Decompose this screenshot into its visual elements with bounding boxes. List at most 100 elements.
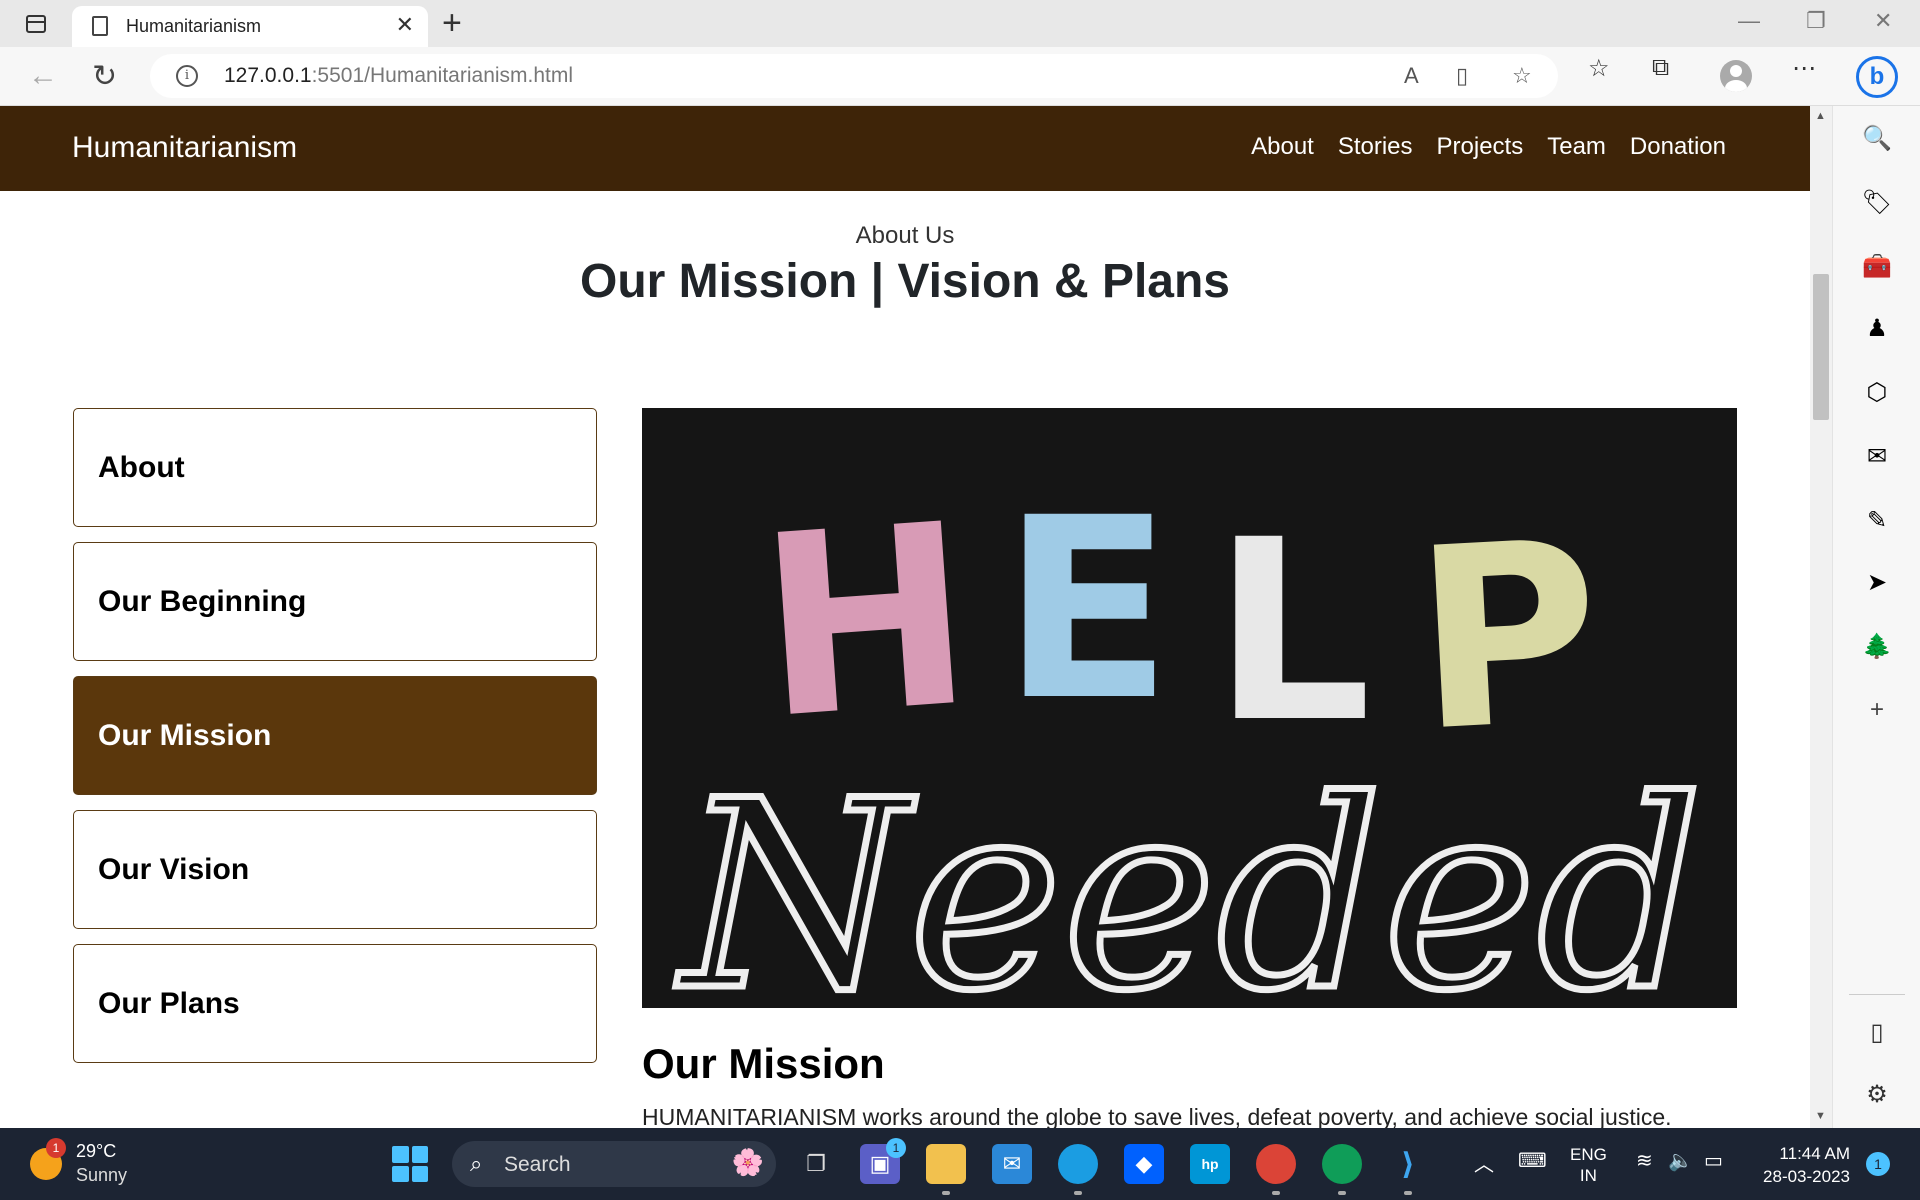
profile-avatar[interactable] (1720, 60, 1752, 92)
sidebar-send-icon[interactable]: ➤ (1861, 566, 1893, 598)
url-text: 127.0.0.1:5501/Humanitarianism.html (224, 64, 573, 88)
start-button[interactable] (392, 1146, 428, 1182)
search-label: Search (504, 1153, 571, 1176)
side-menu-our-plans[interactable]: Our Plans (73, 944, 597, 1063)
close-tab-icon[interactable]: ✕ (396, 12, 414, 38)
site-nav-links: About Stories Projects Team Donation (1251, 133, 1726, 161)
sidebar-outlook-icon[interactable]: ✉ (1861, 440, 1893, 472)
more-options-icon[interactable]: ⋯ (1792, 54, 1816, 83)
immersive-reader-icon[interactable]: ▯ (1456, 63, 1468, 89)
clock-time: 11:44 AM (1779, 1144, 1850, 1163)
site-navbar: Humanitarianism About Stories Projects T… (0, 106, 1810, 191)
teams-badge: 1 (886, 1138, 906, 1158)
mission-paragraph: HUMANITARIANISM works around the globe t… (642, 1104, 1672, 1128)
chalk-letter-e: E (1002, 464, 1173, 755)
section-eyebrow: About Us (855, 222, 955, 249)
sidebar-divider (1849, 994, 1905, 995)
nav-link-about[interactable]: About (1251, 133, 1314, 161)
scroll-up-arrow-icon[interactable]: ▲ (1815, 110, 1826, 122)
side-menu-about[interactable]: About (73, 408, 597, 527)
sidebar-add-icon[interactable]: + (1861, 694, 1893, 726)
scrollbar-thumb[interactable] (1813, 274, 1829, 420)
bing-chat-icon[interactable]: b (1856, 56, 1898, 98)
nav-link-stories[interactable]: Stories (1338, 133, 1413, 161)
section-heading: Our Mission | Vision & Plans (579, 255, 1230, 308)
url-host: 127.0.0.1 (224, 64, 312, 87)
language-indicator[interactable]: ENG IN (1570, 1144, 1607, 1186)
weather-temp[interactable]: 29°C (76, 1141, 116, 1162)
browser-toolbar: ← ↻ i 127.0.0.1:5501/Humanitarianism.htm… (0, 47, 1920, 106)
tab-title: Humanitarianism (126, 16, 262, 36)
weather-badge: 1 (46, 1138, 66, 1158)
search-icon: ⌕ (470, 1151, 483, 1176)
windows-taskbar: 1 29°C Sunny ⌕ Search 🌸 ❐ ▣ 1 ✉ ◆ hp ⟩ ︿… (0, 1128, 1920, 1200)
tab-actions-icon (26, 15, 46, 33)
file-explorer-icon[interactable] (926, 1144, 966, 1184)
task-view-icon[interactable]: ❐ (796, 1144, 836, 1184)
side-menu: About Our Beginning Our Mission Our Visi… (73, 408, 597, 1078)
nav-link-team[interactable]: Team (1547, 133, 1606, 161)
chrome-profile-k-icon[interactable] (1256, 1144, 1296, 1184)
url-path: :5501/Humanitarianism.html (311, 64, 574, 87)
sidebar-shopping-icon[interactable]: 🏷 (1861, 186, 1893, 218)
site-info-icon[interactable]: i (176, 65, 198, 87)
address-bar[interactable]: i 127.0.0.1:5501/Humanitarianism.html A … (150, 54, 1558, 98)
edge-sidebar: 🔍 🏷 🧰 ♟ ⬡ ✉ ✎ ➤ 🌲 + ▯ ⚙ (1832, 106, 1920, 1128)
sidebar-search-icon[interactable]: 🔍 (1861, 122, 1893, 154)
battery-icon[interactable]: ▭ (1704, 1148, 1723, 1173)
weather-desc[interactable]: Sunny (76, 1165, 127, 1186)
edge-icon[interactable] (1058, 1144, 1098, 1184)
sidebar-designer-icon[interactable]: ✎ (1861, 504, 1893, 536)
running-indicator (1074, 1191, 1082, 1195)
collections-icon[interactable]: ⧉ (1652, 54, 1669, 82)
read-aloud-icon[interactable]: A (1404, 63, 1419, 89)
browser-tab-bar: Humanitarianism ✕ + — ❐ ✕ (0, 0, 1920, 47)
taskbar-search[interactable]: ⌕ Search 🌸 (452, 1141, 776, 1187)
back-button[interactable]: ← (28, 59, 58, 93)
running-indicator (1272, 1191, 1280, 1195)
scroll-down-arrow-icon[interactable]: ▼ (1815, 1110, 1826, 1122)
wifi-icon[interactable]: ≋ (1636, 1148, 1653, 1173)
dropbox-icon[interactable]: ◆ (1124, 1144, 1164, 1184)
favorites-icon[interactable]: ☆ (1588, 54, 1610, 83)
side-menu-our-beginning[interactable]: Our Beginning (73, 542, 597, 661)
minimize-button[interactable]: — (1738, 8, 1760, 34)
system-clock[interactable]: 11:44 AM 28-03-2023 (1750, 1142, 1850, 1188)
side-menu-our-vision[interactable]: Our Vision (73, 810, 597, 929)
mail-icon[interactable]: ✉ (992, 1144, 1032, 1184)
tab-actions-button[interactable] (18, 10, 54, 38)
sidebar-office-icon[interactable]: ⬡ (1861, 376, 1893, 408)
page-viewport: Humanitarianism About Stories Projects T… (0, 106, 1810, 1128)
page-scrollbar[interactable]: ▲ ▼ (1810, 106, 1832, 1128)
chalk-letter-p: P (1408, 487, 1606, 787)
sidebar-panel-icon[interactable]: ▯ (1861, 1016, 1893, 1048)
close-window-button[interactable]: ✕ (1874, 8, 1892, 34)
mission-title: Our Mission (642, 1040, 885, 1087)
search-highlight-icon: 🌸 (731, 1147, 764, 1177)
sidebar-tree-icon[interactable]: 🌲 (1861, 630, 1893, 662)
refresh-button[interactable]: ↻ (92, 59, 117, 94)
chrome-profile-i-icon[interactable] (1322, 1144, 1362, 1184)
myhp-icon[interactable]: hp (1190, 1144, 1230, 1184)
nav-link-projects[interactable]: Projects (1437, 133, 1524, 161)
side-menu-our-mission[interactable]: Our Mission (73, 676, 597, 795)
notification-badge[interactable]: 1 (1866, 1152, 1890, 1176)
sidebar-games-icon[interactable]: ♟ (1861, 312, 1893, 344)
running-indicator (942, 1191, 950, 1195)
new-tab-button[interactable]: + (442, 4, 462, 43)
sidebar-settings-icon[interactable]: ⚙ (1861, 1078, 1893, 1110)
page-icon (92, 16, 108, 36)
nav-link-donation[interactable]: Donation (1630, 133, 1726, 161)
clock-date: 28-03-2023 (1763, 1167, 1850, 1186)
sidebar-tools-icon[interactable]: 🧰 (1861, 250, 1893, 282)
volume-icon[interactable]: 🔈 (1668, 1148, 1693, 1173)
vscode-icon[interactable]: ⟩ (1388, 1144, 1428, 1184)
chalkboard-illustration: H E L P Needed (642, 408, 1737, 1008)
touch-keyboard-icon[interactable]: ⌨ (1518, 1148, 1547, 1173)
browser-tab-active[interactable]: Humanitarianism ✕ (72, 6, 428, 47)
restore-button[interactable]: ❐ (1806, 8, 1826, 34)
add-favorite-icon[interactable]: ☆ (1512, 63, 1532, 89)
chalk-letter-h: H (751, 469, 980, 774)
site-brand[interactable]: Humanitarianism (72, 131, 297, 165)
show-hidden-icons-chevron-icon[interactable]: ︿ (1474, 1148, 1494, 1177)
